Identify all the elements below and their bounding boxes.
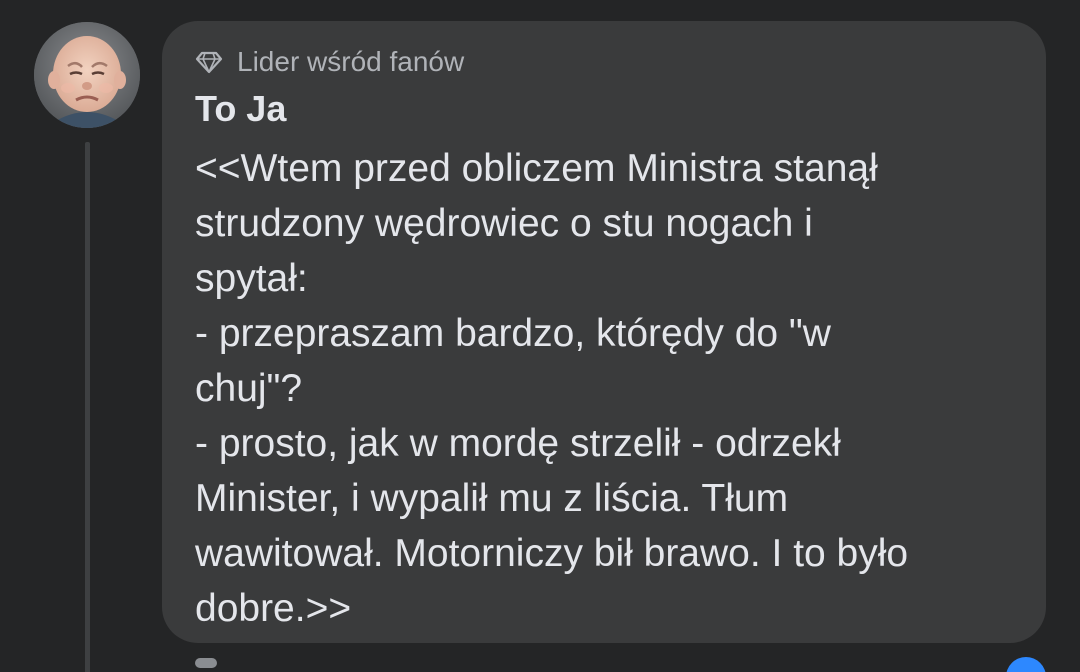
- comment-text-line: dobre.>>: [195, 587, 352, 630]
- comment-screen: Lider wśród fanów To Ja <<Wtem przed obl…: [0, 0, 1080, 672]
- comment-text-line: - prosto, jak w mordę strzelił - odrzekł: [195, 422, 841, 465]
- action-placeholder: [195, 658, 217, 668]
- comment-text: <<Wtem przed obliczem Ministra stanął st…: [195, 141, 1025, 636]
- comment-text-line: chuj"?: [195, 367, 303, 410]
- comment-actions-row: [195, 658, 995, 672]
- comment-text-line: - przepraszam bardzo, którędy do "w: [195, 312, 831, 355]
- comment-text-line: wawitował. Motorniczy bił brawo. I to by…: [195, 532, 909, 575]
- avatar[interactable]: [34, 22, 140, 128]
- top-fan-badge: Lider wśród fanów: [195, 43, 1014, 81]
- avatar-image: [34, 22, 140, 128]
- comment-text-line: Minister, i wypalił mu z liścia. Tłum: [195, 477, 789, 520]
- thread-line: [85, 142, 90, 672]
- comment-text-line: strudzony wędrowiec o stu nogach i: [195, 202, 813, 245]
- diamond-icon: [195, 51, 223, 74]
- comment-author[interactable]: To Ja: [195, 85, 1014, 133]
- badge-label: Lider wśród fanów: [237, 46, 465, 77]
- reaction-icon[interactable]: [1006, 657, 1046, 672]
- comment-bubble: Lider wśród fanów To Ja <<Wtem przed obl…: [162, 21, 1046, 643]
- comment-text-line: spytał:: [195, 257, 308, 300]
- comment-text-line: <<Wtem przed obliczem Ministra stanął: [195, 147, 878, 190]
